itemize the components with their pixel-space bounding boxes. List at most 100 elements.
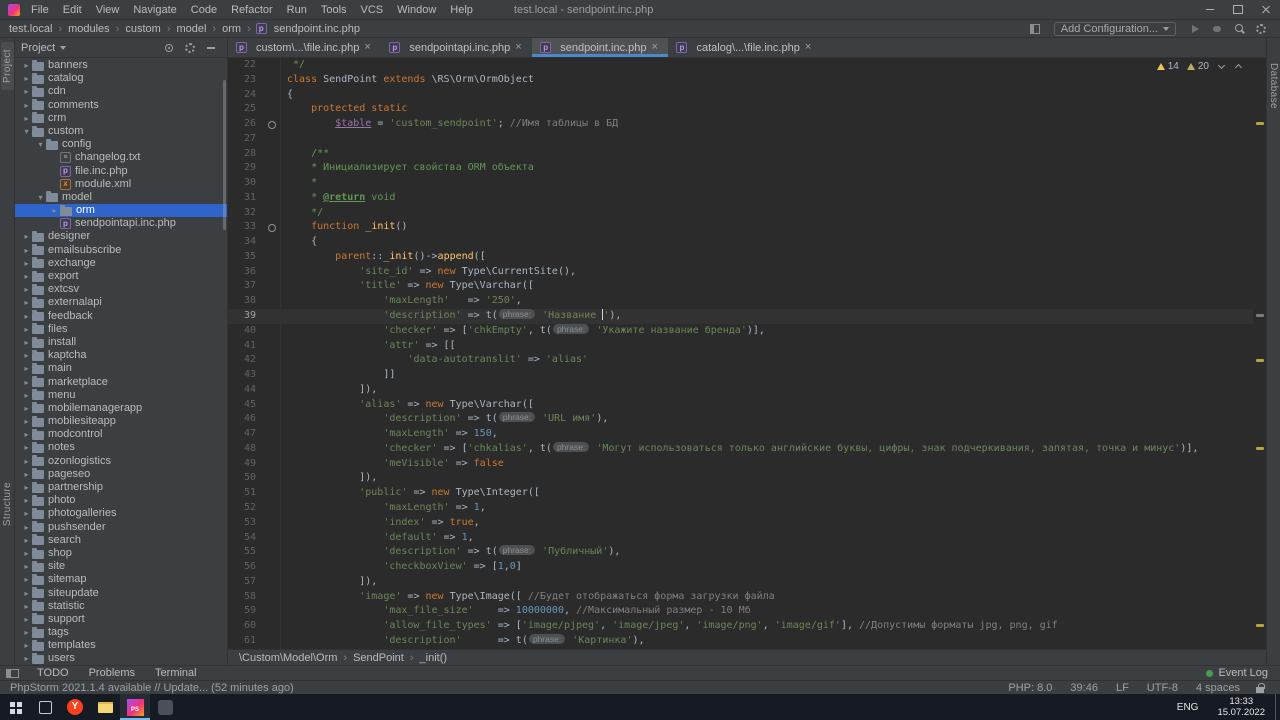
tree-item-mobilesiteapp[interactable]: mobilesiteapp — [15, 415, 227, 428]
tree-item-tags[interactable]: tags — [15, 626, 227, 639]
code-line[interactable]: 53 'index' => true, — [228, 515, 1253, 531]
tree-expand-icon[interactable] — [21, 652, 32, 665]
settings-icon[interactable] — [1253, 22, 1269, 36]
tree-item-partnership[interactable]: partnership — [15, 481, 227, 494]
code-line[interactable]: 42 'data-autotranslit' => 'alias' — [228, 353, 1253, 369]
code-line[interactable]: 39 'description' => t(phrase: 'Название … — [228, 309, 1253, 324]
tree-item-exchange[interactable]: exchange — [15, 257, 227, 270]
status-message[interactable]: PhpStorm 2021.1.4 available // Update...… — [10, 682, 294, 694]
tree-expand-icon[interactable] — [21, 283, 32, 296]
code-line[interactable]: 43 ]] — [228, 368, 1253, 383]
tree-expand-icon[interactable] — [21, 270, 32, 283]
event-log-button[interactable]: Event Log — [1218, 667, 1268, 679]
tree-expand-icon[interactable] — [21, 481, 32, 494]
write-lock-icon[interactable] — [1256, 682, 1265, 693]
code-line[interactable]: 26 $table = 'custom_sendpoint'; //Имя та… — [228, 117, 1253, 132]
tree-item-orm[interactable]: orm — [15, 204, 227, 218]
code-line[interactable]: 37 'title' => new Type\Varchar([ — [228, 279, 1253, 295]
menu-run[interactable]: Run — [280, 0, 314, 20]
code-line[interactable]: 28 /** — [228, 146, 1253, 162]
tree-expand-icon[interactable] — [49, 204, 60, 217]
code-line[interactable]: 29 * Инициализирует свойства ORM объекта — [228, 161, 1253, 177]
start-icon[interactable] — [0, 694, 30, 720]
caret-stripe-mark[interactable] — [1256, 314, 1264, 318]
menu-navigate[interactable]: Navigate — [126, 0, 183, 20]
code-line[interactable]: 48 'checker' => ['chkalias', t(phrase: '… — [228, 441, 1253, 457]
tree-item-kaptcha[interactable]: kaptcha — [15, 349, 227, 362]
menu-edit[interactable]: Edit — [56, 0, 89, 20]
tree-expand-icon[interactable] — [21, 99, 32, 112]
editor[interactable]: 22 */23 class SendPoint extends \RS\Orm\O… — [228, 58, 1266, 649]
locate-file-icon[interactable] — [163, 42, 175, 54]
code-line[interactable]: 57 ]), — [228, 574, 1253, 590]
toolwindow-stripe-project[interactable]: Project — [0, 42, 14, 90]
code-line[interactable]: 47 'maxLength' => 150, — [228, 427, 1253, 442]
tree-expand-icon[interactable] — [21, 534, 32, 547]
code-line[interactable]: 56 'checkboxView' => [1,0] — [228, 560, 1253, 575]
tree-item-file-inc-php[interactable]: file.inc.php — [15, 165, 227, 178]
chevron-up-icon[interactable] — [1234, 62, 1243, 71]
code-line[interactable]: 38 'maxLength' => '250', — [228, 294, 1253, 310]
close-icon[interactable] — [651, 43, 660, 52]
phpstorm-icon[interactable] — [120, 694, 150, 720]
show-desktop-button[interactable] — [1275, 694, 1280, 720]
code-line[interactable]: 58 'image' => new Type\Image([ //Будет о… — [228, 589, 1253, 605]
code-line[interactable]: 27 — [228, 131, 1253, 147]
tree-item-statistic[interactable]: statistic — [15, 600, 227, 613]
add-configuration-dropdown[interactable]: Add Configuration... — [1053, 21, 1176, 36]
tree-item-install[interactable]: install — [15, 336, 227, 349]
editor-breadcrumb-item[interactable]: _init() — [419, 652, 449, 664]
tree-item-files[interactable]: files — [15, 323, 227, 336]
status-widget[interactable]: PHP: 8.0 — [1008, 682, 1052, 694]
maximize-button[interactable] — [1224, 0, 1252, 19]
close-icon[interactable] — [364, 43, 373, 52]
code-line[interactable]: 24 { — [228, 87, 1253, 103]
tree-item-emailsubscribe[interactable]: emailsubscribe — [15, 244, 227, 257]
breadcrumb-item[interactable]: orm — [221, 23, 242, 35]
toolwindow-stripe-database[interactable]: Database — [1267, 56, 1280, 116]
code-line[interactable]: 51 'public' => new Type\Integer([ — [228, 486, 1253, 501]
breadcrumb-item[interactable]: modules — [67, 23, 111, 35]
minimize-button[interactable] — [1196, 0, 1224, 19]
tree-item-mobilemanagerapp[interactable]: mobilemanagerapp — [15, 402, 227, 415]
tree-item-notes[interactable]: notes — [15, 441, 227, 454]
debug-icon[interactable] — [1209, 22, 1225, 36]
tree-item-ozonlogistics[interactable]: ozonlogistics — [15, 455, 227, 468]
tree-expand-icon[interactable] — [21, 85, 32, 98]
tree-item-model[interactable]: model — [15, 191, 227, 204]
toolwindow-switcher-icon[interactable] — [6, 668, 19, 678]
close-icon[interactable] — [515, 43, 524, 52]
tree-expand-icon[interactable] — [21, 639, 32, 652]
tree-expand-icon[interactable] — [21, 257, 32, 270]
tree-item-banners[interactable]: banners — [15, 59, 227, 72]
tree-item-catalog[interactable]: catalog — [15, 72, 227, 85]
tree-expand-icon[interactable] — [21, 521, 32, 534]
tree-item-designer[interactable]: designer — [15, 230, 227, 243]
tree-expand-icon[interactable] — [21, 310, 32, 323]
menu-tools[interactable]: Tools — [314, 0, 354, 20]
tree-item-modcontrol[interactable]: modcontrol — [15, 428, 227, 441]
status-widget[interactable]: LF — [1116, 682, 1129, 694]
menu-help[interactable]: Help — [443, 0, 480, 20]
breadcrumb-item[interactable]: custom — [124, 23, 161, 35]
tree-item-photogalleries[interactable]: photogalleries — [15, 507, 227, 520]
yandex-browser-icon[interactable] — [60, 694, 90, 720]
code-line[interactable]: 54 'default' => 1, — [228, 530, 1253, 546]
tree-expand-icon[interactable] — [21, 547, 32, 560]
tree-item-comments[interactable]: comments — [15, 99, 227, 112]
tree-item-extcsv[interactable]: extcsv — [15, 283, 227, 296]
code-line[interactable]: 45 'alias' => new Type\Varchar([ — [228, 397, 1253, 413]
gear-icon[interactable] — [184, 42, 196, 54]
tree-expand-icon[interactable] — [21, 560, 32, 573]
editor-tab[interactable]: sendpointapi.inc.php — [381, 38, 532, 57]
toolwindow-button-terminal[interactable]: Terminal — [145, 667, 207, 679]
code-line[interactable]: 31 * @return void — [228, 190, 1253, 206]
menu-view[interactable]: View — [89, 0, 127, 20]
toolwindow-stripe-structure[interactable]: Structure — [1, 475, 14, 533]
tree-expand-icon[interactable] — [21, 296, 32, 309]
hide-panel-icon[interactable] — [205, 42, 217, 54]
tree-expand-icon[interactable] — [21, 626, 32, 639]
warning-stripe-mark[interactable] — [1256, 447, 1264, 451]
chevron-down-icon[interactable] — [60, 45, 67, 50]
tree-collapse-icon[interactable] — [35, 138, 46, 151]
